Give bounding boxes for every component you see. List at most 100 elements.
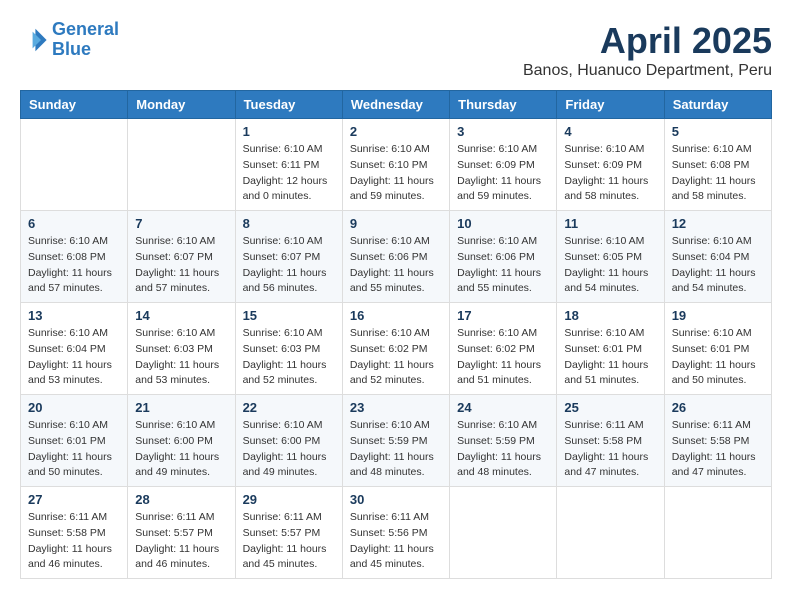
calendar-cell — [664, 487, 771, 579]
day-number: 23 — [350, 400, 442, 415]
day-number: 20 — [28, 400, 120, 415]
day-info: Sunrise: 6:11 AMSunset: 5:58 PMDaylight:… — [28, 510, 120, 573]
day-number: 21 — [135, 400, 227, 415]
logo: General Blue — [20, 20, 119, 60]
day-number: 29 — [243, 492, 335, 507]
calendar-cell: 1 Sunrise: 6:10 AMSunset: 6:11 PMDaylight… — [235, 119, 342, 211]
day-number: 13 — [28, 308, 120, 323]
calendar-cell: 12Sunrise: 6:10 AMSunset: 6:04 PMDayligh… — [664, 211, 771, 303]
calendar-cell: 21 Sunrise: 6:10 AMSunset: 6:00 PMDayligh… — [128, 395, 235, 487]
day-number: 28 — [135, 492, 227, 507]
calendar-cell — [450, 487, 557, 579]
day-number: 5 — [672, 124, 764, 139]
day-number: 27 — [28, 492, 120, 507]
day-number: 19 — [672, 308, 764, 323]
calendar-cell: 13 Sunrise: 6:10 AMSunset: 6:04 PMDayligh… — [21, 303, 128, 395]
day-number: 16 — [350, 308, 442, 323]
day-number: 26 — [672, 400, 764, 415]
day-number: 8 — [243, 216, 335, 231]
day-number: 1 — [243, 124, 335, 139]
day-info: Sunrise: 6:11 AMSunset: 5:58 PMDaylight:… — [672, 418, 764, 481]
day-info: Sunrise: 6:10 AMSunset: 6:10 PMDaylight:… — [350, 142, 442, 205]
calendar-cell — [557, 487, 664, 579]
calendar-cell: 6 Sunrise: 6:10 AMSunset: 6:08 PMDaylight… — [21, 211, 128, 303]
location-title: Banos, Huanuco Department, Peru — [523, 62, 772, 80]
calendar-cell — [128, 119, 235, 211]
calendar-cell — [21, 119, 128, 211]
day-number: 3 — [457, 124, 549, 139]
day-number: 30 — [350, 492, 442, 507]
day-info: Sunrise: 6:11 AMSunset: 5:58 PMDaylight:… — [564, 418, 656, 481]
col-wednesday: Wednesday — [342, 91, 449, 119]
day-info: Sunrise: 6:10 AMSunset: 6:08 PMDaylight:… — [28, 234, 120, 297]
col-friday: Friday — [557, 91, 664, 119]
day-info: Sunrise: 6:10 AMSunset: 6:03 PMDaylight:… — [243, 326, 335, 389]
day-info: Sunrise: 6:10 AMSunset: 6:03 PMDaylight:… — [135, 326, 227, 389]
day-number: 24 — [457, 400, 549, 415]
day-info: Sunrise: 6:10 AMSunset: 6:08 PMDaylight:… — [672, 142, 764, 205]
day-info: Sunrise: 6:10 AMSunset: 6:05 PMDaylight:… — [564, 234, 656, 297]
day-info: Sunrise: 6:11 AMSunset: 5:57 PMDaylight:… — [243, 510, 335, 573]
calendar-cell: 24 Sunrise: 6:10 AMSunset: 5:59 PMDayligh… — [450, 395, 557, 487]
day-number: 11 — [564, 216, 656, 231]
col-monday: Monday — [128, 91, 235, 119]
calendar-cell: 19 Sunrise: 6:10 AMSunset: 6:01 PMDayligh… — [664, 303, 771, 395]
calendar-cell: 3 Sunrise: 6:10 AMSunset: 6:09 PMDaylight… — [450, 119, 557, 211]
calendar-table: Sunday Monday Tuesday Wednesday Thursday… — [20, 90, 772, 579]
day-info: Sunrise: 6:10 AMSunset: 6:01 PMDaylight:… — [672, 326, 764, 389]
day-info: Sunrise: 6:10 AMSunset: 6:09 PMDaylight:… — [457, 142, 549, 205]
day-number: 7 — [135, 216, 227, 231]
day-info: Sunrise: 6:10 AMSunset: 6:04 PMDaylight:… — [28, 326, 120, 389]
calendar-cell: 28 Sunrise: 6:11 AMSunset: 5:57 PMDayligh… — [128, 487, 235, 579]
day-number: 4 — [564, 124, 656, 139]
logo-text: General Blue — [52, 20, 119, 60]
calendar-cell: 8Sunrise: 6:10 AMSunset: 6:07 PMDaylight… — [235, 211, 342, 303]
calendar-cell: 14 Sunrise: 6:10 AMSunset: 6:03 PMDayligh… — [128, 303, 235, 395]
day-info: Sunrise: 6:10 AMSunset: 6:07 PMDaylight:… — [135, 234, 227, 297]
day-number: 14 — [135, 308, 227, 323]
day-info: Sunrise: 6:10 AMSunset: 6:06 PMDaylight:… — [350, 234, 442, 297]
day-info: Sunrise: 6:11 AMSunset: 5:56 PMDaylight:… — [350, 510, 442, 573]
col-saturday: Saturday — [664, 91, 771, 119]
calendar-cell: 22Sunrise: 6:10 AMSunset: 6:00 PMDayligh… — [235, 395, 342, 487]
day-info: Sunrise: 6:10 AMSunset: 6:06 PMDaylight:… — [457, 234, 549, 297]
logo-icon — [20, 26, 48, 54]
calendar-cell: 18Sunrise: 6:10 AMSunset: 6:01 PMDayligh… — [557, 303, 664, 395]
day-info: Sunrise: 6:10 AMSunset: 6:02 PMDaylight:… — [457, 326, 549, 389]
day-info: Sunrise: 6:10 AMSunset: 6:01 PMDaylight:… — [564, 326, 656, 389]
day-info: Sunrise: 6:11 AMSunset: 5:57 PMDaylight:… — [135, 510, 227, 573]
calendar-cell: 2 Sunrise: 6:10 AMSunset: 6:10 PMDaylight… — [342, 119, 449, 211]
calendar-cell: 23 Sunrise: 6:10 AMSunset: 5:59 PMDayligh… — [342, 395, 449, 487]
calendar-cell: 27 Sunrise: 6:11 AMSunset: 5:58 PMDayligh… — [21, 487, 128, 579]
calendar-cell: 17Sunrise: 6:10 AMSunset: 6:02 PMDayligh… — [450, 303, 557, 395]
day-info: Sunrise: 6:10 AMSunset: 6:11 PMDaylight:… — [243, 142, 335, 205]
day-number: 2 — [350, 124, 442, 139]
calendar-week-2: 6 Sunrise: 6:10 AMSunset: 6:08 PMDaylight… — [21, 211, 772, 303]
calendar-cell: 9 Sunrise: 6:10 AMSunset: 6:06 PMDaylight… — [342, 211, 449, 303]
calendar-cell: 7 Sunrise: 6:10 AMSunset: 6:07 PMDaylight… — [128, 211, 235, 303]
day-number: 9 — [350, 216, 442, 231]
col-tuesday: Tuesday — [235, 91, 342, 119]
calendar-cell: 11 Sunrise: 6:10 AMSunset: 6:05 PMDayligh… — [557, 211, 664, 303]
day-number: 12 — [672, 216, 764, 231]
day-info: Sunrise: 6:10 AMSunset: 6:00 PMDaylight:… — [243, 418, 335, 481]
calendar-week-1: 1 Sunrise: 6:10 AMSunset: 6:11 PMDaylight… — [21, 119, 772, 211]
calendar-header-row: Sunday Monday Tuesday Wednesday Thursday… — [21, 91, 772, 119]
calendar-cell: 5 Sunrise: 6:10 AMSunset: 6:08 PMDaylight… — [664, 119, 771, 211]
page-header: General Blue April 2025 Banos, Huanuco D… — [20, 20, 772, 80]
month-title: April 2025 — [523, 20, 772, 62]
day-number: 15 — [243, 308, 335, 323]
calendar-cell: 20Sunrise: 6:10 AMSunset: 6:01 PMDayligh… — [21, 395, 128, 487]
calendar-cell: 29 Sunrise: 6:11 AMSunset: 5:57 PMDayligh… — [235, 487, 342, 579]
day-info: Sunrise: 6:10 AMSunset: 6:00 PMDaylight:… — [135, 418, 227, 481]
calendar-cell: 25Sunrise: 6:11 AMSunset: 5:58 PMDayligh… — [557, 395, 664, 487]
title-area: April 2025 Banos, Huanuco Department, Pe… — [523, 20, 772, 80]
day-number: 6 — [28, 216, 120, 231]
day-number: 10 — [457, 216, 549, 231]
day-info: Sunrise: 6:10 AMSunset: 5:59 PMDaylight:… — [457, 418, 549, 481]
calendar-cell: 4Sunrise: 6:10 AMSunset: 6:09 PMDaylight… — [557, 119, 664, 211]
calendar-cell: 15 Sunrise: 6:10 AMSunset: 6:03 PMDayligh… — [235, 303, 342, 395]
day-info: Sunrise: 6:10 AMSunset: 5:59 PMDaylight:… — [350, 418, 442, 481]
calendar-cell: 10 Sunrise: 6:10 AMSunset: 6:06 PMDayligh… — [450, 211, 557, 303]
calendar-week-3: 13 Sunrise: 6:10 AMSunset: 6:04 PMDayligh… — [21, 303, 772, 395]
